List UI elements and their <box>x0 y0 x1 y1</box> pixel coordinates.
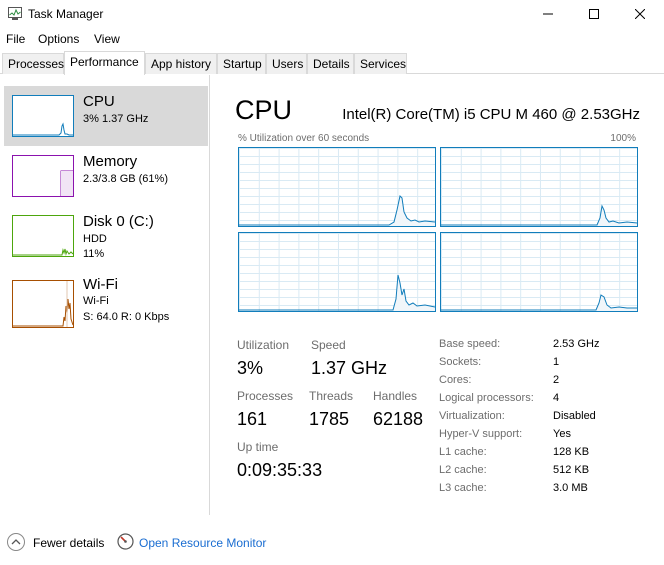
utilization-label: Utilization <box>237 338 290 352</box>
resource-name-wifi: Wi-Fi <box>83 276 118 293</box>
uptime-value: 0:09:35:33 <box>237 460 323 480</box>
spec-label: L3 cache: <box>439 482 487 494</box>
maximize-button[interactable] <box>571 0 617 28</box>
resource-detail-memory: 2.3/3.8 GB (61%) <box>83 173 168 185</box>
maximize-icon <box>589 9 599 19</box>
tab-details[interactable]: Details <box>307 53 354 74</box>
resource-list: CPU 3% 1.37 GHz Memory 2.3/3.8 GB (61%) … <box>0 75 210 515</box>
core-graph-3 <box>238 232 436 312</box>
window-title: Task Manager <box>28 7 104 21</box>
resource-monitor-icon[interactable] <box>117 533 134 550</box>
tab-services[interactable]: Services <box>354 53 407 74</box>
tab-strip: Processes Performance App history Startu… <box>0 51 664 75</box>
resource-detail-disk-usage: 11% <box>83 248 105 260</box>
tab-app-history[interactable]: App history <box>145 53 217 74</box>
tab-startup[interactable]: Startup <box>217 53 266 74</box>
spec-label: Cores: <box>439 374 472 386</box>
spec-label: Logical processors: <box>439 392 534 404</box>
resource-name-disk: Disk 0 (C:) <box>83 213 154 230</box>
resource-detail-cpu: 3% 1.37 GHz <box>83 113 149 125</box>
resource-detail-wifi-name: Wi-Fi <box>83 295 109 307</box>
task-manager-icon <box>8 7 22 20</box>
spec-value: 3.0 MB <box>553 482 588 494</box>
minimize-icon <box>543 13 553 15</box>
core-graph-2 <box>440 147 638 227</box>
speed-label: Speed <box>311 338 346 352</box>
spec-label: Base speed: <box>439 338 501 350</box>
cpu-thumbnail-graph <box>12 95 74 137</box>
resource-item-disk[interactable]: Disk 0 (C:) HDD 11% <box>4 206 208 266</box>
title-bar: Task Manager <box>0 0 664 28</box>
close-icon <box>635 9 645 19</box>
core-graph-1 <box>238 147 436 227</box>
cpu-model: Intel(R) Core(TM) i5 CPU M 460 @ 2.53GHz <box>342 106 640 123</box>
spec-value: 2 <box>553 374 560 386</box>
handles-label: Handles <box>373 389 418 403</box>
graph-caption: % Utilization over 60 seconds <box>238 133 370 144</box>
resource-detail-wifi-throughput: S: 64.0 R: 0 Kbps <box>83 311 170 323</box>
tab-users[interactable]: Users <box>266 53 307 74</box>
spec-value: Yes <box>553 428 571 440</box>
menu-options[interactable]: Options <box>38 32 79 46</box>
tab-performance[interactable]: Performance <box>64 51 145 75</box>
close-button[interactable] <box>617 0 663 28</box>
spec-label: Hyper-V support: <box>439 428 523 440</box>
menu-view[interactable]: View <box>94 32 120 46</box>
spec-value: 4 <box>553 392 560 404</box>
minimize-button[interactable] <box>525 0 571 28</box>
spec-value: 128 KB <box>553 446 590 458</box>
resource-item-memory[interactable]: Memory 2.3/3.8 GB (61%) <box>4 146 208 206</box>
fewer-details-button[interactable]: Fewer details <box>33 536 104 550</box>
spec-value: 2.53 GHz <box>553 338 600 350</box>
resource-item-cpu[interactable]: CPU 3% 1.37 GHz <box>4 86 208 146</box>
resource-detail-disk-type: HDD <box>83 233 107 245</box>
spec-label: Virtualization: <box>439 410 505 422</box>
open-resource-monitor-link[interactable]: Open Resource Monitor <box>139 536 266 550</box>
resource-item-wifi[interactable]: Wi-Fi Wi-Fi S: 64.0 R: 0 Kbps <box>4 271 208 337</box>
spec-label: Sockets: <box>439 356 482 368</box>
threads-value: 1785 <box>309 409 350 429</box>
processes-value: 161 <box>237 409 268 429</box>
resource-name-cpu: CPU <box>83 93 115 110</box>
speed-value: 1.37 GHz <box>311 358 388 378</box>
tab-processes[interactable]: Processes <box>2 53 64 74</box>
threads-label: Threads <box>309 389 354 403</box>
wifi-thumbnail-graph <box>12 280 74 328</box>
chevron-up-icon[interactable] <box>7 533 25 551</box>
resource-name-memory: Memory <box>83 153 138 170</box>
menu-file[interactable]: File <box>6 32 25 46</box>
page-title: CPU <box>235 95 293 125</box>
footer-bar: Fewer details Open Resource Monitor <box>0 527 664 557</box>
utilization-value: 3% <box>237 358 264 378</box>
spec-value: 512 KB <box>553 464 590 476</box>
uptime-label: Up time <box>237 440 279 454</box>
handles-value: 62188 <box>373 409 424 429</box>
disk-thumbnail-graph <box>12 215 74 257</box>
spec-label: L1 cache: <box>439 446 487 458</box>
spec-label: L2 cache: <box>439 464 487 476</box>
graph-max-label: 100% <box>610 133 636 144</box>
processes-label: Processes <box>237 389 294 403</box>
core-graph-4 <box>440 232 638 312</box>
memory-thumbnail-graph <box>12 155 74 197</box>
spec-value: Disabled <box>553 410 596 422</box>
spec-value: 1 <box>553 356 560 368</box>
